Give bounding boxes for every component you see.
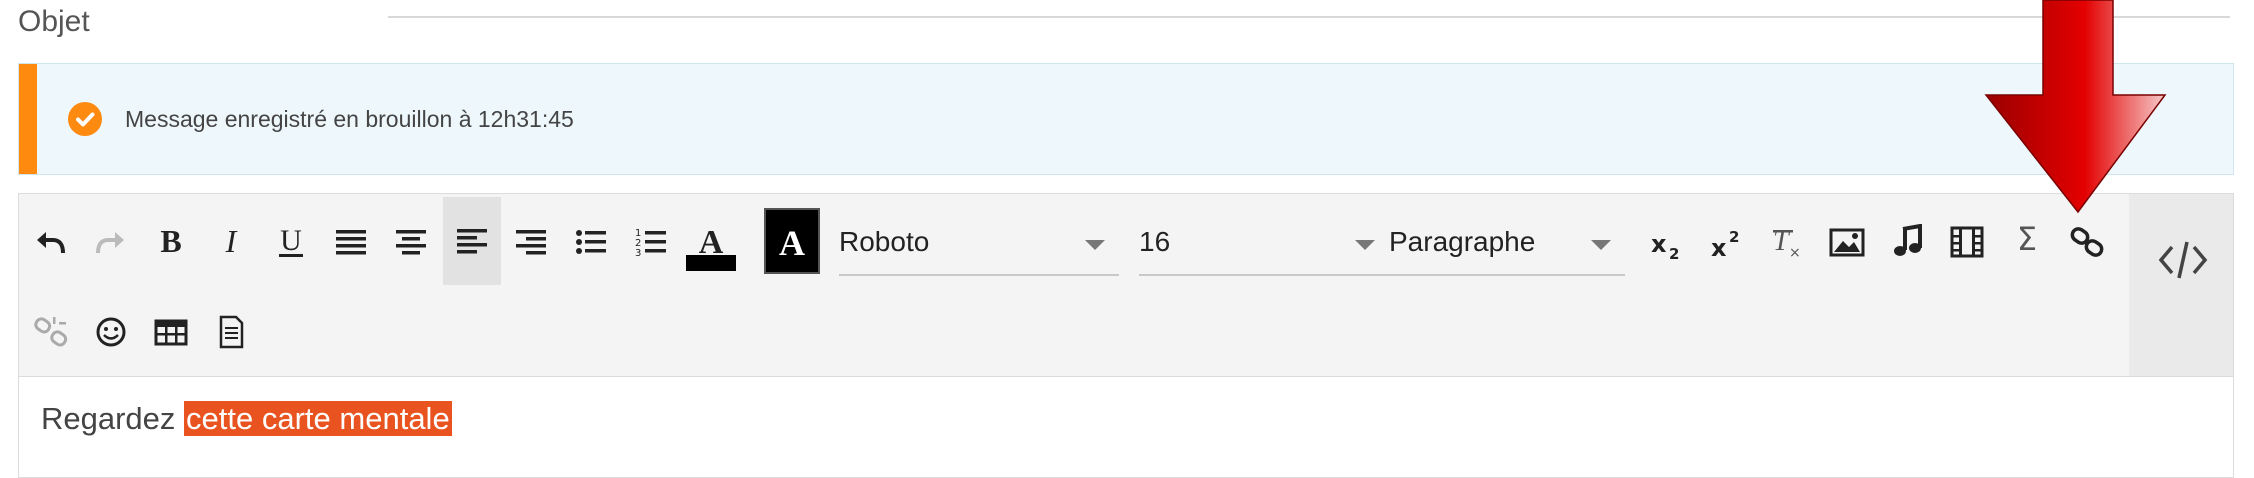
svg-text:2: 2 — [1669, 245, 1679, 262]
text-color-button[interactable]: A — [683, 214, 739, 280]
table-button[interactable] — [143, 304, 199, 360]
bullet-list-button[interactable] — [563, 214, 619, 270]
subject-label: Objet — [18, 5, 90, 38]
underline-button[interactable]: U — [263, 214, 319, 270]
emoji-button[interactable] — [83, 304, 139, 360]
subscript-button[interactable]: x2 — [1639, 216, 1695, 272]
alert-message: Message enregistré en brouillon à 12h31:… — [125, 106, 574, 132]
video-button[interactable] — [1939, 214, 1995, 270]
text-before: Regardez — [41, 401, 176, 436]
image-button[interactable] — [1819, 214, 1875, 270]
svg-text:×: × — [1789, 245, 1801, 260]
draft-saved-alert: Message enregistré en brouillon à 12h31:… — [18, 63, 2234, 175]
align-justify-button[interactable] — [323, 214, 379, 270]
superscript-button[interactable]: x2 — [1699, 216, 1755, 272]
undo-button[interactable] — [23, 214, 79, 270]
format-select-value: Paragraphe — [1389, 226, 1536, 257]
editor-text: Regardez cette carte mentale — [41, 398, 452, 440]
editor-toolbar: B I U 123 A A Roboto 16 Paragraphe x 2 x… — [19, 194, 2131, 377]
subject-row: Objet — [0, 0, 2254, 50]
rich-text-editor: B I U 123 A A Roboto 16 Paragraphe x 2 x… — [18, 193, 2234, 478]
italic-button[interactable]: I — [203, 214, 259, 270]
code-icon — [2158, 241, 2208, 279]
chevron-down-icon — [1355, 240, 1375, 250]
numbered-list-button[interactable]: 123 — [623, 214, 679, 270]
redo-button[interactable] — [82, 214, 138, 270]
source-code-button[interactable] — [2129, 194, 2233, 377]
template-document-icon[interactable] — [203, 304, 259, 360]
svg-text:B: B — [160, 224, 181, 259]
svg-text:x: x — [1651, 230, 1667, 258]
align-right-button[interactable] — [503, 214, 559, 270]
audio-button[interactable] — [1879, 214, 1935, 270]
svg-text:A: A — [779, 223, 805, 263]
chevron-down-icon — [1085, 240, 1105, 250]
svg-text:I: I — [225, 224, 238, 259]
alert-accent-bar — [19, 64, 37, 174]
clear-format-button[interactable]: T × — [1759, 214, 1815, 270]
selected-text[interactable]: cette carte mentale — [184, 401, 452, 436]
subject-input-line[interactable] — [388, 16, 2230, 18]
align-center-button[interactable] — [383, 214, 439, 270]
chevron-down-icon — [1591, 240, 1611, 250]
format-select[interactable]: Paragraphe — [1389, 220, 1625, 276]
font-select[interactable]: Roboto — [839, 220, 1119, 276]
bold-button[interactable]: B — [143, 214, 199, 270]
svg-text:Σ: Σ — [2017, 220, 2037, 256]
link-button[interactable] — [2059, 214, 2115, 270]
size-select[interactable]: 16 — [1139, 220, 1389, 276]
unlink-button[interactable] — [23, 304, 79, 360]
background-color-button[interactable]: A — [764, 208, 820, 274]
svg-text:2: 2 — [1729, 228, 1739, 246]
formula-sigma-icon[interactable]: Σ — [1999, 210, 2055, 266]
check-circle-icon — [68, 102, 102, 136]
svg-text:3: 3 — [635, 248, 641, 259]
size-select-value: 16 — [1139, 226, 1171, 257]
font-select-value: Roboto — [839, 226, 930, 257]
svg-text:x: x — [1711, 234, 1727, 262]
svg-text:U: U — [280, 224, 302, 257]
align-left-button[interactable] — [443, 197, 501, 285]
